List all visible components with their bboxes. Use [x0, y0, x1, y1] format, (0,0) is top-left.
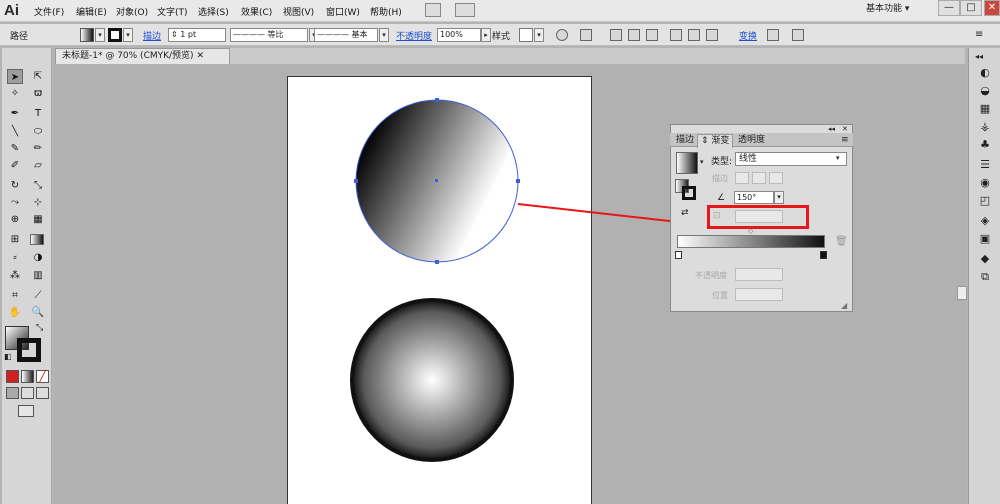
tab-transparency[interactable]: 透明度 [735, 134, 768, 148]
panel-resize-grip[interactable]: ◢ [841, 301, 847, 310]
stop-location-label: 位置 [712, 291, 728, 300]
stroke-within-icon [735, 172, 749, 184]
swatches-panel-icon[interactable]: ▦ [978, 102, 992, 116]
panel-close-icon[interactable]: ✕ [842, 125, 848, 133]
stroke-along-icon [752, 172, 766, 184]
stroke-option-label: 描边 [712, 174, 728, 183]
stroke-panel-icon[interactable]: ☰ [978, 158, 992, 172]
brushes-panel-icon[interactable]: ⚶ [978, 120, 992, 134]
tab-stroke[interactable]: 描边 [673, 134, 697, 148]
color-panel-icon[interactable]: ◐ [978, 66, 992, 80]
type-label-text: 类型 [711, 157, 730, 167]
stroke-across-icon [769, 172, 783, 184]
delete-stop-icon[interactable]: 🗑 [835, 236, 848, 247]
anchor-point-left[interactable] [354, 179, 358, 183]
angle-field[interactable]: 150° [734, 191, 774, 204]
tab-gradient-label: 渐变 [711, 136, 730, 146]
gradient-presets-dropdown[interactable]: ▾ [700, 158, 704, 166]
angle-icon: ∠ [717, 193, 726, 203]
tab-gradient[interactable]: ⇕ 渐变 [697, 134, 734, 148]
vertical-scrollbar-thumb[interactable] [957, 286, 967, 300]
center-point [435, 179, 438, 182]
red-highlight-box [707, 205, 809, 229]
panel-collapse-icon[interactable]: ◂◂ [828, 125, 835, 133]
symbols-panel-icon[interactable]: ♣ [978, 138, 992, 152]
gradient-slider[interactable] [677, 235, 825, 248]
fill-stroke-toggle-stroke[interactable] [682, 186, 696, 200]
gradient-panel-icon[interactable]: ◉ [978, 176, 992, 190]
anchor-point-top[interactable] [435, 98, 439, 102]
gradient-stop-start[interactable] [675, 251, 682, 259]
gradient-type-value: 线性 [739, 154, 758, 164]
appearance-panel-icon[interactable]: ◈ [978, 214, 992, 228]
transparency-panel-icon[interactable]: ◰ [978, 194, 992, 208]
gradient-type-dropdown-icon[interactable]: ▾ [836, 154, 840, 162]
artboards-panel-icon[interactable]: ⧉ [978, 270, 992, 284]
graphic-styles-panel-icon[interactable]: ▣ [978, 232, 992, 246]
stop-opacity-label: 不透明度 [695, 271, 727, 280]
radial-gradient-circle[interactable] [350, 298, 514, 462]
panel-menu-icon[interactable]: ≡ [841, 135, 849, 145]
gradient-thumbnail[interactable] [676, 152, 698, 174]
gradient-type-select[interactable]: 线性 [735, 152, 847, 166]
reverse-gradient-icon[interactable]: ⇄ [681, 208, 689, 218]
angle-dropdown[interactable]: ▾ [774, 191, 784, 204]
color-guide-icon[interactable]: ◒ [978, 84, 992, 98]
gradient-midpoint-marker[interactable]: ◇ [748, 227, 753, 235]
anchor-point-bottom[interactable] [435, 260, 439, 264]
anchor-point-right[interactable] [516, 179, 520, 183]
type-label: 类型: [711, 157, 733, 167]
gradient-stop-end[interactable] [820, 251, 827, 259]
stop-opacity-field [735, 268, 783, 281]
dock-collapse-icon[interactable]: ◂◂ [975, 52, 983, 61]
layers-panel-icon[interactable]: ◆ [978, 252, 992, 266]
stop-location-field [735, 288, 783, 301]
